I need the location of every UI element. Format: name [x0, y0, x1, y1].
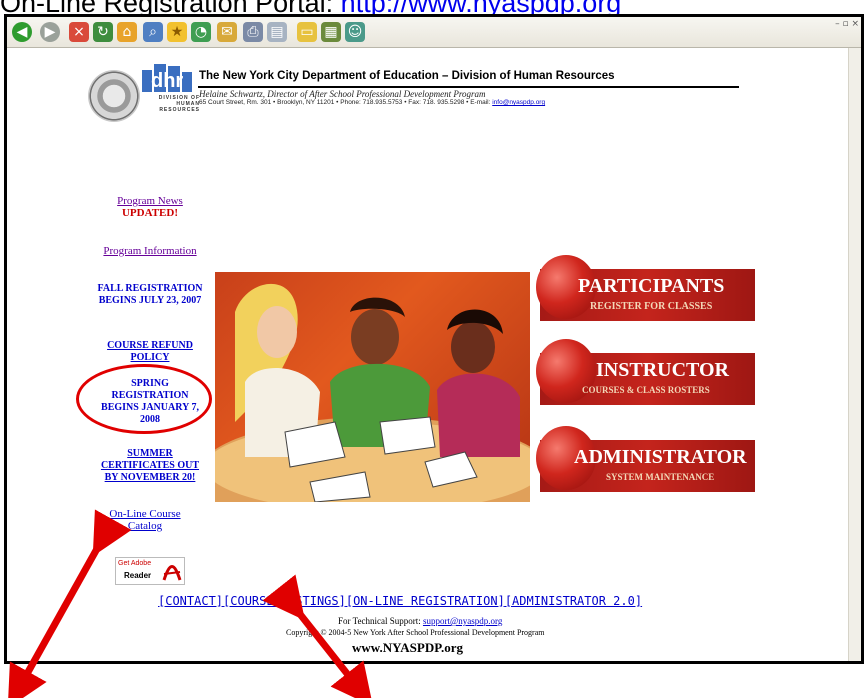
back-icon[interactable]: ◀ — [12, 22, 32, 42]
vertical-scrollbar[interactable] — [848, 48, 861, 661]
email-link[interactable]: info@nyaspdp.org — [492, 99, 545, 106]
course-refund-link[interactable]: COURSE REFUND POLICY — [98, 340, 202, 364]
mail-icon[interactable]: ✉ — [217, 22, 237, 42]
edit-icon[interactable]: ▤ — [267, 22, 287, 42]
administrator-button[interactable]: ADMINISTRATOR SYSTEM MAINTENANCE — [536, 426, 755, 492]
print-icon[interactable]: ⎙ — [243, 22, 263, 42]
messenger-icon[interactable]: ☺ — [345, 22, 365, 42]
students-illustration — [215, 272, 530, 502]
nyc-seal-logo — [88, 70, 140, 122]
header-rule — [198, 86, 739, 88]
participants-button[interactable]: PARTICIPANTS REGISTER FOR CLASSES — [536, 255, 755, 321]
dhr-letters: dhr — [151, 70, 184, 92]
stop-icon[interactable]: × — [69, 22, 89, 42]
bottom-nav: [CONTACT][COURSE LISTINGS][ON-LINE REGIS… — [158, 594, 642, 608]
tech-support-label: For Technical Support: — [338, 616, 423, 626]
nav-fall-registration: FALL REGISTRATION BEGINS JULY 23, 2007 — [88, 283, 212, 307]
program-news-link[interactable]: Program News — [100, 195, 200, 207]
administrator-subtitle: SYSTEM MAINTENANCE — [606, 472, 715, 482]
administrator-link[interactable]: [ADMINISTRATOR 2.0] — [505, 594, 642, 608]
forward-icon[interactable]: ▶ — [40, 22, 60, 42]
org-address: 65 Court Street, Rm. 301 • Brooklyn, NY … — [199, 99, 545, 106]
dhr-logo-icon: dhr — [142, 64, 194, 92]
participants-title: PARTICIPANTS — [578, 275, 725, 297]
refresh-icon[interactable]: ↻ — [93, 22, 113, 42]
updated-badge: UPDATED! — [121, 207, 178, 219]
contact-link[interactable]: [CONTACT] — [158, 594, 223, 608]
acrobat-reader-label: Reader — [124, 571, 152, 580]
nav-online-catalog: On-Line Course Catalog — [100, 508, 190, 532]
acrobat-get-label: Get Adobe — [118, 560, 152, 567]
dhr-logo-text: DIVISION OF HUMAN RESOURCES — [158, 95, 200, 113]
participants-subtitle: REGISTER FOR CLASSES — [590, 301, 713, 312]
summer-certificates-link[interactable]: SUMMER CERTIFICATES OUT BY NOVEMBER 20! — [95, 448, 205, 484]
org-title: The New York City Department of Educatio… — [199, 70, 615, 82]
history-icon[interactable]: ◔ — [191, 22, 211, 42]
address-text: 65 Court Street, Rm. 301 • Brooklyn, NY … — [199, 99, 493, 106]
program-information-link[interactable]: Program Information — [88, 245, 212, 257]
nav-summer-certificates: SUMMER CERTIFICATES OUT BY NOVEMBER 20! — [95, 448, 205, 484]
research-icon[interactable]: ▦ — [321, 22, 341, 42]
home-icon[interactable]: ⌂ — [117, 22, 137, 42]
nav-course-refund: COURSE REFUND POLICY — [98, 340, 202, 364]
tech-support-email-link[interactable]: support@nyaspdp.org — [423, 616, 502, 626]
site-url-text: www.NYASPDP.org — [352, 640, 463, 655]
favorites-icon[interactable]: ★ — [167, 22, 187, 42]
instructor-button[interactable]: INSTRUCTOR COURSES & CLASS ROSTERS — [536, 339, 755, 405]
fall-registration-link[interactable]: FALL REGISTRATION BEGINS JULY 23, 2007 — [88, 283, 212, 307]
administrator-title: ADMINISTRATOR — [574, 446, 747, 468]
folder-icon[interactable]: ▭ — [297, 22, 317, 42]
online-registration-link[interactable]: [ON-LINE REGISTRATION] — [346, 594, 505, 608]
nav-program-news: Program News UPDATED! — [100, 195, 200, 219]
instructor-title: INSTRUCTOR — [596, 359, 729, 381]
copyright-text: Copyright © 2004-5 New York After School… — [286, 628, 545, 637]
instructor-subtitle: COURSES & CLASS ROSTERS — [582, 385, 710, 395]
course-listings-link[interactable]: [COURSE LISTINGS] — [223, 594, 346, 608]
org-director: Helaine Schwartz, Director of After Scho… — [199, 89, 486, 99]
get-adobe-reader-button[interactable]: Get Adobe Reader — [115, 557, 185, 585]
window-controls[interactable]: – ▫ × — [815, 19, 859, 45]
annotation-circle — [76, 364, 212, 434]
online-catalog-link[interactable]: On-Line Course Catalog — [100, 508, 190, 532]
search-icon[interactable]: ⌕ — [143, 22, 163, 42]
nav-program-info: Program Information — [88, 245, 212, 257]
acrobat-icon — [162, 565, 182, 581]
tech-support: For Technical Support: support@nyaspdp.o… — [338, 616, 502, 626]
browser-toolbar: ◀ ▶ × ↻ ⌂ ⌕ ★ ◔ ✉ ⎙ ▤ ▭ ▦ ☺ – ▫ × — [7, 17, 861, 48]
